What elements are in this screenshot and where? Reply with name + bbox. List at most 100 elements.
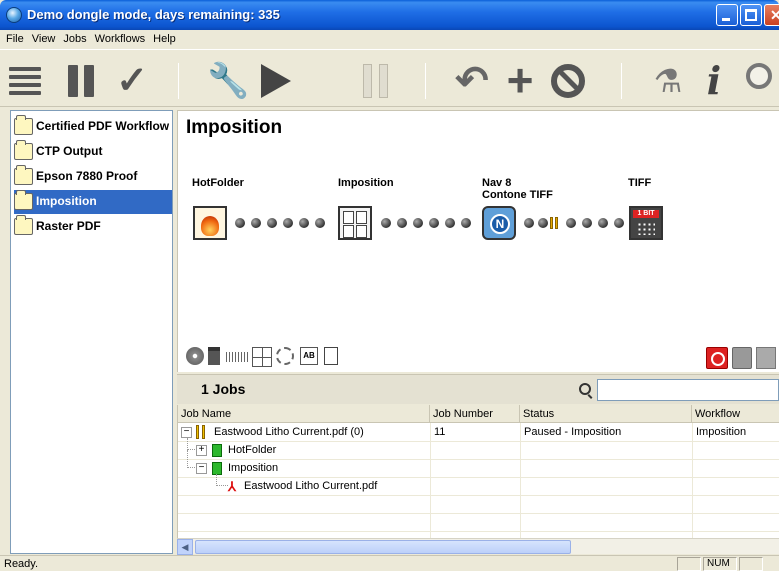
pause-icon[interactable] (62, 61, 102, 101)
connector-dot (566, 218, 576, 228)
connector-dot (299, 218, 309, 228)
queue-paused-icon[interactable] (550, 217, 560, 229)
workflow-item-certified-pdf[interactable]: Certified PDF Workflow (14, 115, 172, 139)
tiff-1bit-icon[interactable]: 1 BIT (629, 206, 663, 240)
plus-icon[interactable]: + (500, 57, 540, 103)
punch-icon[interactable] (208, 347, 220, 365)
connector-dot (538, 218, 548, 228)
close-button[interactable]: ✕ (764, 4, 779, 26)
connector-dot (315, 218, 325, 228)
connector-dot (251, 218, 261, 228)
nav-icon[interactable]: N (482, 206, 516, 240)
workflow-item-ctp-output[interactable]: CTP Output (14, 140, 172, 164)
pdf-file-icon: ⅄ (228, 479, 236, 494)
connector-dot (381, 218, 391, 228)
wrench-icon[interactable]: 🔧 (207, 61, 249, 101)
table-row (178, 496, 779, 514)
maximize-icon (745, 9, 757, 21)
connector-dot (598, 218, 608, 228)
scroll-left-button[interactable]: ◀ (177, 539, 193, 555)
workflow-panel: Imposition HotFolder Imposition Nav 8 Co… (177, 110, 779, 372)
menu-workflows[interactable]: Workflows (91, 30, 150, 45)
jobs-count: 1 Jobs (201, 381, 246, 397)
connector-dot (524, 218, 534, 228)
menu-jobs[interactable]: Jobs (59, 30, 90, 45)
status-pane (677, 557, 701, 571)
scroll-thumb[interactable] (195, 540, 571, 554)
workflow-item-raster-pdf[interactable]: Raster PDF (14, 215, 172, 239)
workflow-label: Raster PDF (36, 219, 101, 233)
stop-node-icon[interactable] (706, 347, 728, 369)
job-name: Eastwood Litho Current.pdf (0) (214, 426, 364, 438)
connector-dot (445, 218, 455, 228)
table-row[interactable]: − Imposition (178, 450, 779, 478)
rotate-icon[interactable] (276, 347, 294, 365)
hotfolder-step-icon (212, 444, 222, 457)
workflow-list: Certified PDF Workflow CTP Output Epson … (10, 110, 173, 554)
play-icon[interactable] (255, 61, 295, 101)
arrow-node-icon[interactable] (756, 347, 776, 369)
undo-icon[interactable]: ↶ (452, 61, 492, 101)
menu-file[interactable]: File (0, 30, 28, 45)
column-header-job-name[interactable]: Job Name (178, 405, 430, 423)
collapse-toggle[interactable]: − (196, 463, 207, 474)
jobs-table: Job Name Job Number Status Workflow − Ea… (177, 405, 779, 538)
workflow-item-imposition[interactable]: Imposition (14, 190, 172, 214)
horizontal-scrollbar[interactable]: ◀ (177, 538, 779, 555)
connector-dot (614, 218, 624, 228)
barcode-icon[interactable] (226, 352, 248, 362)
jobs-search-input[interactable] (597, 379, 779, 401)
job-workflow: Imposition (696, 426, 747, 438)
step-name: HotFolder (228, 444, 277, 456)
menu-help[interactable]: Help (149, 30, 180, 45)
step-name: Imposition (228, 462, 279, 474)
workflow-title: Imposition (186, 117, 283, 138)
app-window: Demo dongle mode, days remaining: 335 ✕ … (0, 0, 779, 571)
close-icon: ✕ (770, 7, 779, 23)
column-header-job-number[interactable]: Job Number (430, 405, 520, 423)
table-row[interactable]: − Eastwood Litho Current.pdf (0) 11 Paus… (178, 424, 779, 442)
expand-toggle[interactable]: + (196, 445, 207, 456)
disc-icon[interactable] (186, 347, 204, 365)
num-lock-indicator: NUM (703, 557, 737, 571)
node-label-tiff: TIFF (628, 177, 652, 189)
ab-icon[interactable]: AB (300, 347, 318, 365)
flask-icon[interactable]: ⚗ (648, 61, 688, 101)
menu-view[interactable]: View (28, 30, 60, 45)
minimize-button[interactable] (716, 4, 738, 26)
toolbar: ✓ 🔧 ↶ + ⚗ i (0, 51, 779, 107)
maximize-button[interactable] (740, 4, 762, 26)
table-row[interactable]: ⅄ Eastwood Litho Current.pdf (178, 474, 779, 496)
workflow-label: Imposition (36, 194, 97, 208)
table-row[interactable]: + HotFolder (178, 438, 779, 460)
hotfolder-icon[interactable] (193, 206, 227, 240)
check-icon[interactable]: ✓ (112, 61, 152, 101)
toolbar-separator (621, 63, 622, 99)
info-icon[interactable]: i (694, 61, 734, 101)
workflow-label: Certified PDF Workflow (36, 119, 170, 133)
stop-icon[interactable] (548, 61, 588, 101)
search-icon[interactable] (736, 61, 779, 101)
status-pane (739, 557, 763, 571)
connector-dot (582, 218, 592, 228)
list-icon[interactable] (6, 61, 46, 101)
folder-icon (14, 140, 33, 160)
title-bar[interactable]: Demo dongle mode, days remaining: 335 ✕ (0, 0, 779, 30)
job-status: Paused - Imposition (524, 426, 622, 438)
workflow-item-epson-proof[interactable]: Epson 7880 Proof (14, 165, 172, 189)
imposition-grid-icon[interactable] (252, 347, 272, 367)
connector-dot (461, 218, 471, 228)
page-icon[interactable] (324, 347, 338, 365)
workflow-label: CTP Output (36, 144, 103, 158)
connector-dot (283, 218, 293, 228)
window-title: Demo dongle mode, days remaining: 335 (27, 7, 280, 22)
imposition-icon[interactable] (338, 206, 372, 240)
column-header-workflow[interactable]: Workflow (692, 405, 779, 423)
workflow-label: Epson 7880 Proof (36, 169, 138, 183)
collapse-toggle[interactable]: − (181, 427, 192, 438)
column-header-status[interactable]: Status (520, 405, 692, 423)
toolbar-separator (425, 63, 426, 99)
lock-node-icon[interactable] (732, 347, 752, 369)
connector-dot (413, 218, 423, 228)
folder-icon (14, 115, 33, 135)
